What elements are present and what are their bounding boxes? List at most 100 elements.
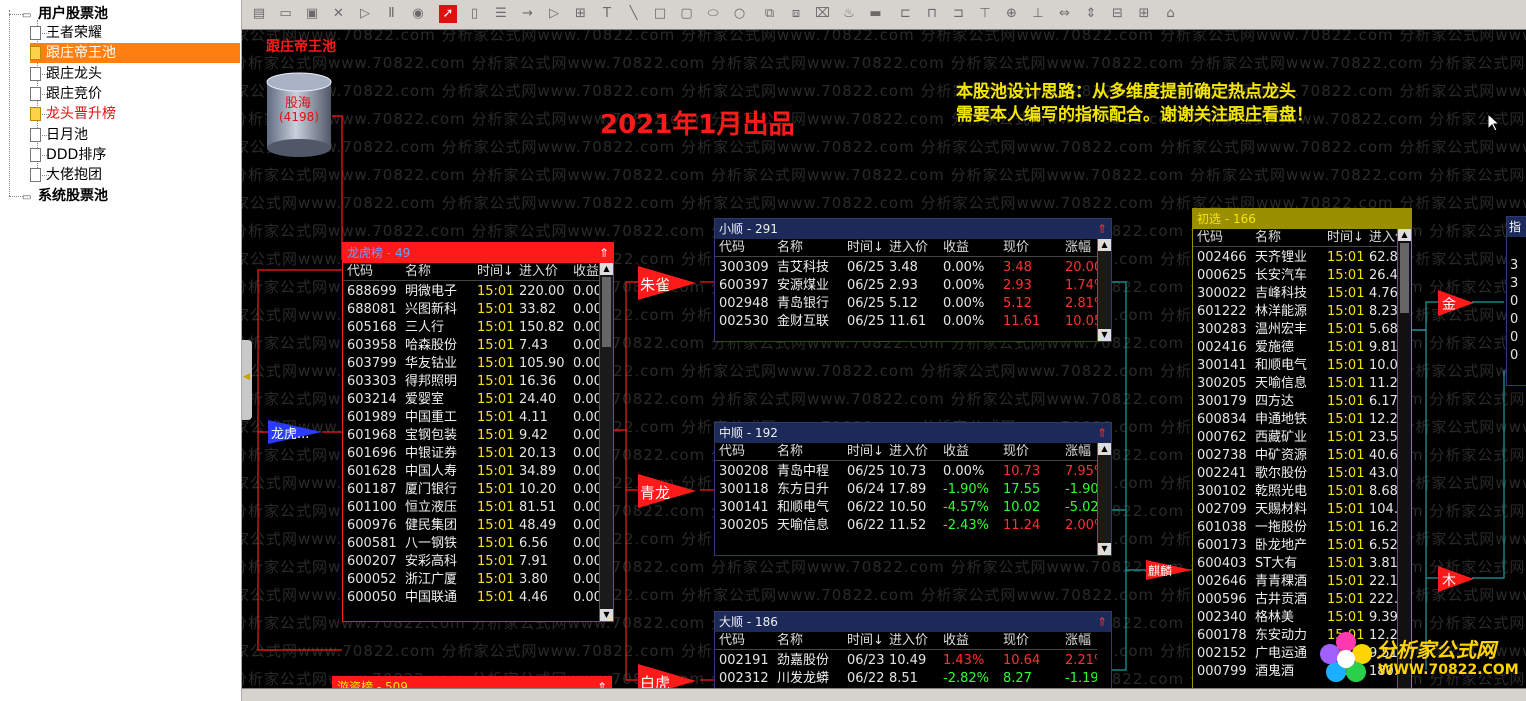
col-gain[interactable]: 收益 — [573, 263, 599, 280]
group-icon[interactable]: ⊞ — [572, 5, 590, 23]
col-entry[interactable]: 进入价 — [889, 443, 928, 460]
table-row[interactable]: 0 — [1507, 293, 1526, 311]
table-row[interactable]: 0 — [1507, 311, 1526, 329]
flow-canvas[interactable]: 分析家公式网www.70822.com 分析家公式网www.70822.com … — [242, 30, 1526, 690]
scroll-up-icon[interactable]: ▲ — [1098, 239, 1111, 251]
paint-icon[interactable]: ♨ — [840, 5, 858, 23]
col-gain[interactable]: 收益 — [943, 632, 969, 649]
align-center-icon[interactable]: ⊓ — [923, 5, 941, 23]
tree-item[interactable]: 日月池 — [30, 125, 236, 145]
table-row[interactable]: 600397 安源煤业 06/25 2.93 0.00% 2.93 1.74% — [715, 277, 1097, 295]
panel-longhubang[interactable]: 龙虎榜 - 49 ⇑ 代码 名称 时间↓ 进入价 收益 688699 明微电子 15… — [342, 242, 614, 622]
pointer-icon[interactable]: ➚ — [439, 5, 457, 23]
circle-icon[interactable]: ○ — [731, 5, 749, 23]
node-longhu[interactable]: 龙虎... — [268, 420, 322, 444]
scroll-up-icon[interactable]: ▲ — [1098, 443, 1111, 455]
table-row[interactable]: 688081 兴图新科 15:01 33.82 0.00 — [343, 301, 599, 319]
scroll-up-icon[interactable]: ▲ — [600, 263, 613, 275]
table-row[interactable]: 601989 中国重工 15:01 4.11 0.00 — [343, 409, 599, 427]
table-row[interactable]: 600976 健民集团 15:01 48.49 0.00 — [343, 517, 599, 535]
col-code[interactable]: 代码 — [347, 263, 373, 280]
table-row[interactable]: 603303 得邦照明 15:01 16.36 0.00 — [343, 373, 599, 391]
table-row[interactable]: 300141 和顺电气 15:01 10.02 — [1193, 357, 1411, 375]
col-name[interactable]: 名称 — [1255, 229, 1281, 246]
table-row[interactable]: 600173 卧龙地产 15:01 6.52 — [1193, 537, 1411, 555]
vertical-scrollbar[interactable]: ▲ ▼ — [1097, 239, 1111, 341]
panel-chuxuan[interactable]: 初选 - 166 代码 名称 时间↓ 进入价 002466 天齐锂业 15:01 62… — [1192, 208, 1412, 690]
table-row[interactable]: 601038 一拖股份 15:01 16.29 — [1193, 519, 1411, 537]
col-time[interactable]: 时间↓ — [847, 443, 884, 460]
table-row[interactable]: 300205 天喻信息 06/22 11.52 -2.43% 11.24 2.00% — [715, 517, 1097, 535]
panel-header[interactable]: 指 — [1507, 217, 1526, 237]
align-middle-icon[interactable]: ⊕ — [1003, 5, 1021, 23]
panel-zhongshun[interactable]: 中顺 - 192 ⇑ 代码 名称 时间↓ 进入价 收益 现价 涨幅 300208 青岛中程 06… — [714, 422, 1112, 556]
save-icon[interactable]: ▣ — [303, 5, 321, 23]
table-row[interactable]: 002340 格林美 15:01 9.39 — [1193, 609, 1411, 627]
rounded-box-icon[interactable]: ▢ — [678, 5, 696, 23]
col-time[interactable]: 时间↓ — [1327, 229, 1364, 246]
list-icon[interactable]: ☰ — [492, 5, 510, 23]
collapse-up-icon[interactable]: ⇑ — [599, 243, 609, 263]
tree-item[interactable]: 大佬抱团 — [30, 165, 236, 185]
arrow-icon[interactable]: → — [519, 5, 537, 23]
table-row[interactable]: 600834 申通地铁 15:01 12.26 — [1193, 411, 1411, 429]
panel-header[interactable]: 中顺 - 192 ⇑ — [715, 423, 1111, 443]
table-row[interactable]: 002191 劲嘉股份 06/23 10.49 1.43% 10.64 2.21% — [715, 652, 1097, 670]
table-row[interactable]: 300309 吉艾科技 06/25 3.48 0.00% 3.48 20.00% — [715, 259, 1097, 277]
table-row[interactable]: 600207 安彩高科 15:01 7.91 0.00 — [343, 553, 599, 571]
play-icon[interactable]: ▷ — [356, 5, 374, 23]
trash-icon[interactable]: ⌧ — [814, 5, 832, 23]
pause-icon[interactable]: Ⅱ — [383, 5, 401, 23]
tree-item[interactable]: 龙头晋升榜 — [30, 104, 236, 124]
table-row[interactable]: 601100 恒立液压 15:01 81.51 0.00 — [343, 499, 599, 517]
col-entry[interactable]: 进入价 — [889, 632, 928, 649]
node-qinglong[interactable]: 青龙 — [638, 474, 698, 508]
collapse-up-icon[interactable]: ⇑ — [1097, 423, 1107, 443]
delete-icon[interactable]: ✕ — [330, 5, 348, 23]
table-row[interactable]: 3 — [1507, 257, 1526, 275]
col-change[interactable]: 涨幅 — [1065, 632, 1091, 649]
table-row[interactable]: 0 — [1507, 329, 1526, 347]
table-row[interactable]: 3 — [1507, 275, 1526, 293]
col-entry[interactable]: 进入价 — [889, 239, 928, 256]
col-price[interactable]: 现价 — [1003, 239, 1029, 256]
bar-icon[interactable]: ▬ — [867, 5, 885, 23]
col-name[interactable]: 名称 — [777, 443, 803, 460]
col-code[interactable]: 代码 — [719, 632, 745, 649]
align-right-icon[interactable]: ⊐ — [950, 5, 968, 23]
node-mu[interactable]: 木 — [1438, 566, 1474, 592]
table-row[interactable]: 601968 宝钢包装 15:01 9.42 0.00 — [343, 427, 599, 445]
tree-item[interactable]: 跟庄竞价 — [30, 84, 236, 104]
panel-header[interactable]: 龙虎榜 - 49 ⇑ — [343, 243, 613, 263]
col-gain[interactable]: 收益 — [943, 443, 969, 460]
scroll-up-icon[interactable]: ▲ — [1398, 229, 1411, 241]
table-row[interactable]: 600050 中国联通 15:01 4.46 0.00 — [343, 589, 599, 607]
tree-item[interactable]: 王者荣耀 — [30, 23, 236, 43]
table-row[interactable]: 603799 华友钴业 15:01 105.90 0.00 — [343, 355, 599, 373]
align-left-icon[interactable]: ⊏ — [897, 5, 915, 23]
col-name[interactable]: 名称 — [777, 632, 803, 649]
table-row[interactable]: 300118 东方日升 06/24 17.89 -1.90% 17.55 -1.90% — [715, 481, 1097, 499]
table-row[interactable]: 000596 古井贡酒 15:01 222.1 — [1193, 591, 1411, 609]
col-price[interactable]: 现价 — [1003, 443, 1029, 460]
space-v-icon[interactable]: ⇕ — [1082, 5, 1100, 23]
col-time[interactable]: 时间↓ — [847, 239, 884, 256]
open-doc-icon[interactable]: ▤ — [250, 5, 268, 23]
col-time[interactable]: 时间↓ — [477, 263, 514, 280]
rect-icon[interactable]: □ — [651, 5, 669, 23]
open-folder-icon[interactable]: ▭ — [277, 5, 295, 23]
table-row[interactable]: 000625 长安汽车 15:01 26.44 — [1193, 267, 1411, 285]
col-code[interactable]: 代码 — [1197, 229, 1223, 246]
table-row[interactable]: 600403 ST大有 15:01 3.81 — [1193, 555, 1411, 573]
vertical-scrollbar[interactable]: ▲ ▼ — [599, 263, 613, 621]
ellipse-icon[interactable]: ⬭ — [704, 5, 722, 23]
grid-icon[interactable]: ⌂ — [1162, 5, 1180, 23]
table-row[interactable]: 002530 金财互联 06/25 11.61 0.00% 11.61 10.05% — [715, 313, 1097, 331]
rounded-rect-icon[interactable]: ▯ — [466, 5, 484, 23]
table-row[interactable]: 601222 林洋能源 15:01 8.23 — [1193, 303, 1411, 321]
tree-item[interactable]: 跟庄龙头 — [30, 64, 236, 84]
table-row[interactable]: 605168 三人行 15:01 150.82 0.00 — [343, 319, 599, 337]
table-row[interactable]: 600581 八一钢铁 15:01 6.56 0.00 — [343, 535, 599, 553]
node-zhuque[interactable]: 朱雀 — [638, 266, 698, 300]
col-code[interactable]: 代码 — [719, 443, 745, 460]
